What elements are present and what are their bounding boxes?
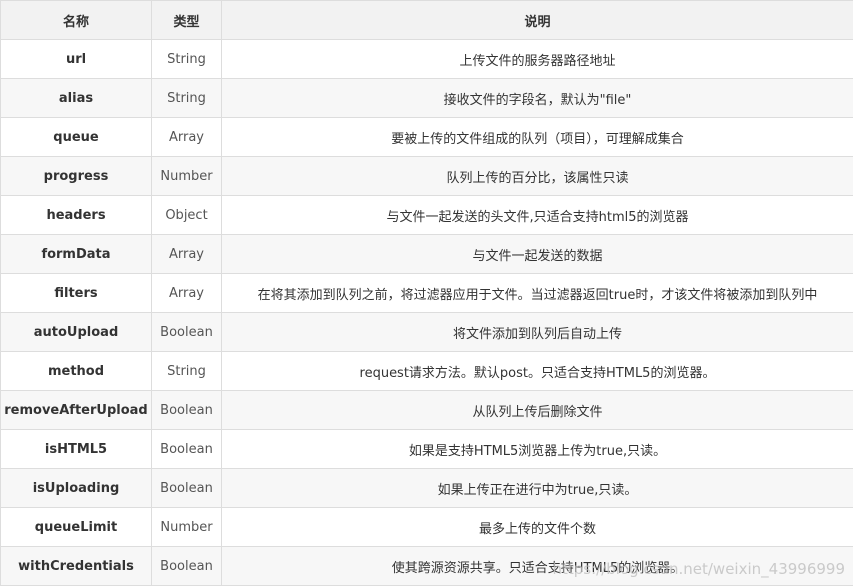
cell-name: url [0, 39, 152, 79]
cell-name: autoUpload [0, 312, 152, 352]
cell-name: progress [0, 156, 152, 196]
table-row: autoUpload Boolean 将文件添加到队列后自动上传 [0, 312, 853, 352]
cell-name: removeAfterUpload [0, 390, 152, 430]
cell-type: Boolean [151, 312, 222, 352]
table-body: url String 上传文件的服务器路径地址 alias String 接收文… [0, 39, 853, 586]
cell-description: 队列上传的百分比，该属性只读 [221, 156, 853, 196]
cell-name: filters [0, 273, 152, 313]
cell-type: Boolean [151, 429, 222, 469]
cell-description: request请求方法。默认post。只适合支持HTML5的浏览器。 [221, 351, 853, 391]
table-row: alias String 接收文件的字段名，默认为"file" [0, 78, 853, 118]
cell-name: queueLimit [0, 507, 152, 547]
cell-type: Array [151, 117, 222, 157]
cell-description: 将文件添加到队列后自动上传 [221, 312, 853, 352]
cell-type: Boolean [151, 546, 222, 586]
cell-description: 上传文件的服务器路径地址 [221, 39, 853, 79]
header-description: 说明 [221, 0, 853, 40]
properties-table: 名称 类型 说明 url String 上传文件的服务器路径地址 alias S… [0, 0, 853, 586]
cell-type: Array [151, 234, 222, 274]
cell-name: isUploading [0, 468, 152, 508]
cell-name: headers [0, 195, 152, 235]
cell-type: Boolean [151, 390, 222, 430]
cell-description: 使其跨源资源共享。只适合支持HTML5的浏览器。 [221, 546, 853, 586]
cell-name: alias [0, 78, 152, 118]
cell-description: 从队列上传后删除文件 [221, 390, 853, 430]
cell-name: method [0, 351, 152, 391]
table-header: 名称 类型 说明 [0, 0, 853, 40]
table-row: queue Array 要被上传的文件组成的队列（项目），可理解成集合 [0, 117, 853, 157]
cell-description: 与文件一起发送的头文件,只适合支持html5的浏览器 [221, 195, 853, 235]
cell-description: 要被上传的文件组成的队列（项目），可理解成集合 [221, 117, 853, 157]
table-row: formData Array 与文件一起发送的数据 [0, 234, 853, 274]
table-row: withCredentials Boolean 使其跨源资源共享。只适合支持HT… [0, 546, 853, 586]
cell-description: 如果上传正在进行中为true,只读。 [221, 468, 853, 508]
cell-description: 与文件一起发送的数据 [221, 234, 853, 274]
table-row: filters Array 在将其添加到队列之前，将过滤器应用于文件。当过滤器返… [0, 273, 853, 313]
table-row: queueLimit Number 最多上传的文件个数 [0, 507, 853, 547]
cell-description: 在将其添加到队列之前，将过滤器应用于文件。当过滤器返回true时，才该文件将被添… [221, 273, 853, 313]
cell-name: queue [0, 117, 152, 157]
cell-type: Number [151, 156, 222, 196]
cell-description: 如果是支持HTML5浏览器上传为true,只读。 [221, 429, 853, 469]
cell-type: String [151, 351, 222, 391]
cell-description: 最多上传的文件个数 [221, 507, 853, 547]
header-row: 名称 类型 说明 [0, 0, 853, 40]
table-row: headers Object 与文件一起发送的头文件,只适合支持html5的浏览… [0, 195, 853, 235]
cell-type: Number [151, 507, 222, 547]
table-row: removeAfterUpload Boolean 从队列上传后删除文件 [0, 390, 853, 430]
cell-name: formData [0, 234, 152, 274]
cell-name: withCredentials [0, 546, 152, 586]
cell-type: String [151, 78, 222, 118]
cell-type: Object [151, 195, 222, 235]
table-row: url String 上传文件的服务器路径地址 [0, 39, 853, 79]
table-row: isHTML5 Boolean 如果是支持HTML5浏览器上传为true,只读。 [0, 429, 853, 469]
cell-description: 接收文件的字段名，默认为"file" [221, 78, 853, 118]
table-row: method String request请求方法。默认post。只适合支持HT… [0, 351, 853, 391]
header-type: 类型 [151, 0, 222, 40]
cell-type: Array [151, 273, 222, 313]
table-row: progress Number 队列上传的百分比，该属性只读 [0, 156, 853, 196]
cell-name: isHTML5 [0, 429, 152, 469]
header-name: 名称 [0, 0, 152, 40]
table-row: isUploading Boolean 如果上传正在进行中为true,只读。 [0, 468, 853, 508]
cell-type: String [151, 39, 222, 79]
cell-type: Boolean [151, 468, 222, 508]
